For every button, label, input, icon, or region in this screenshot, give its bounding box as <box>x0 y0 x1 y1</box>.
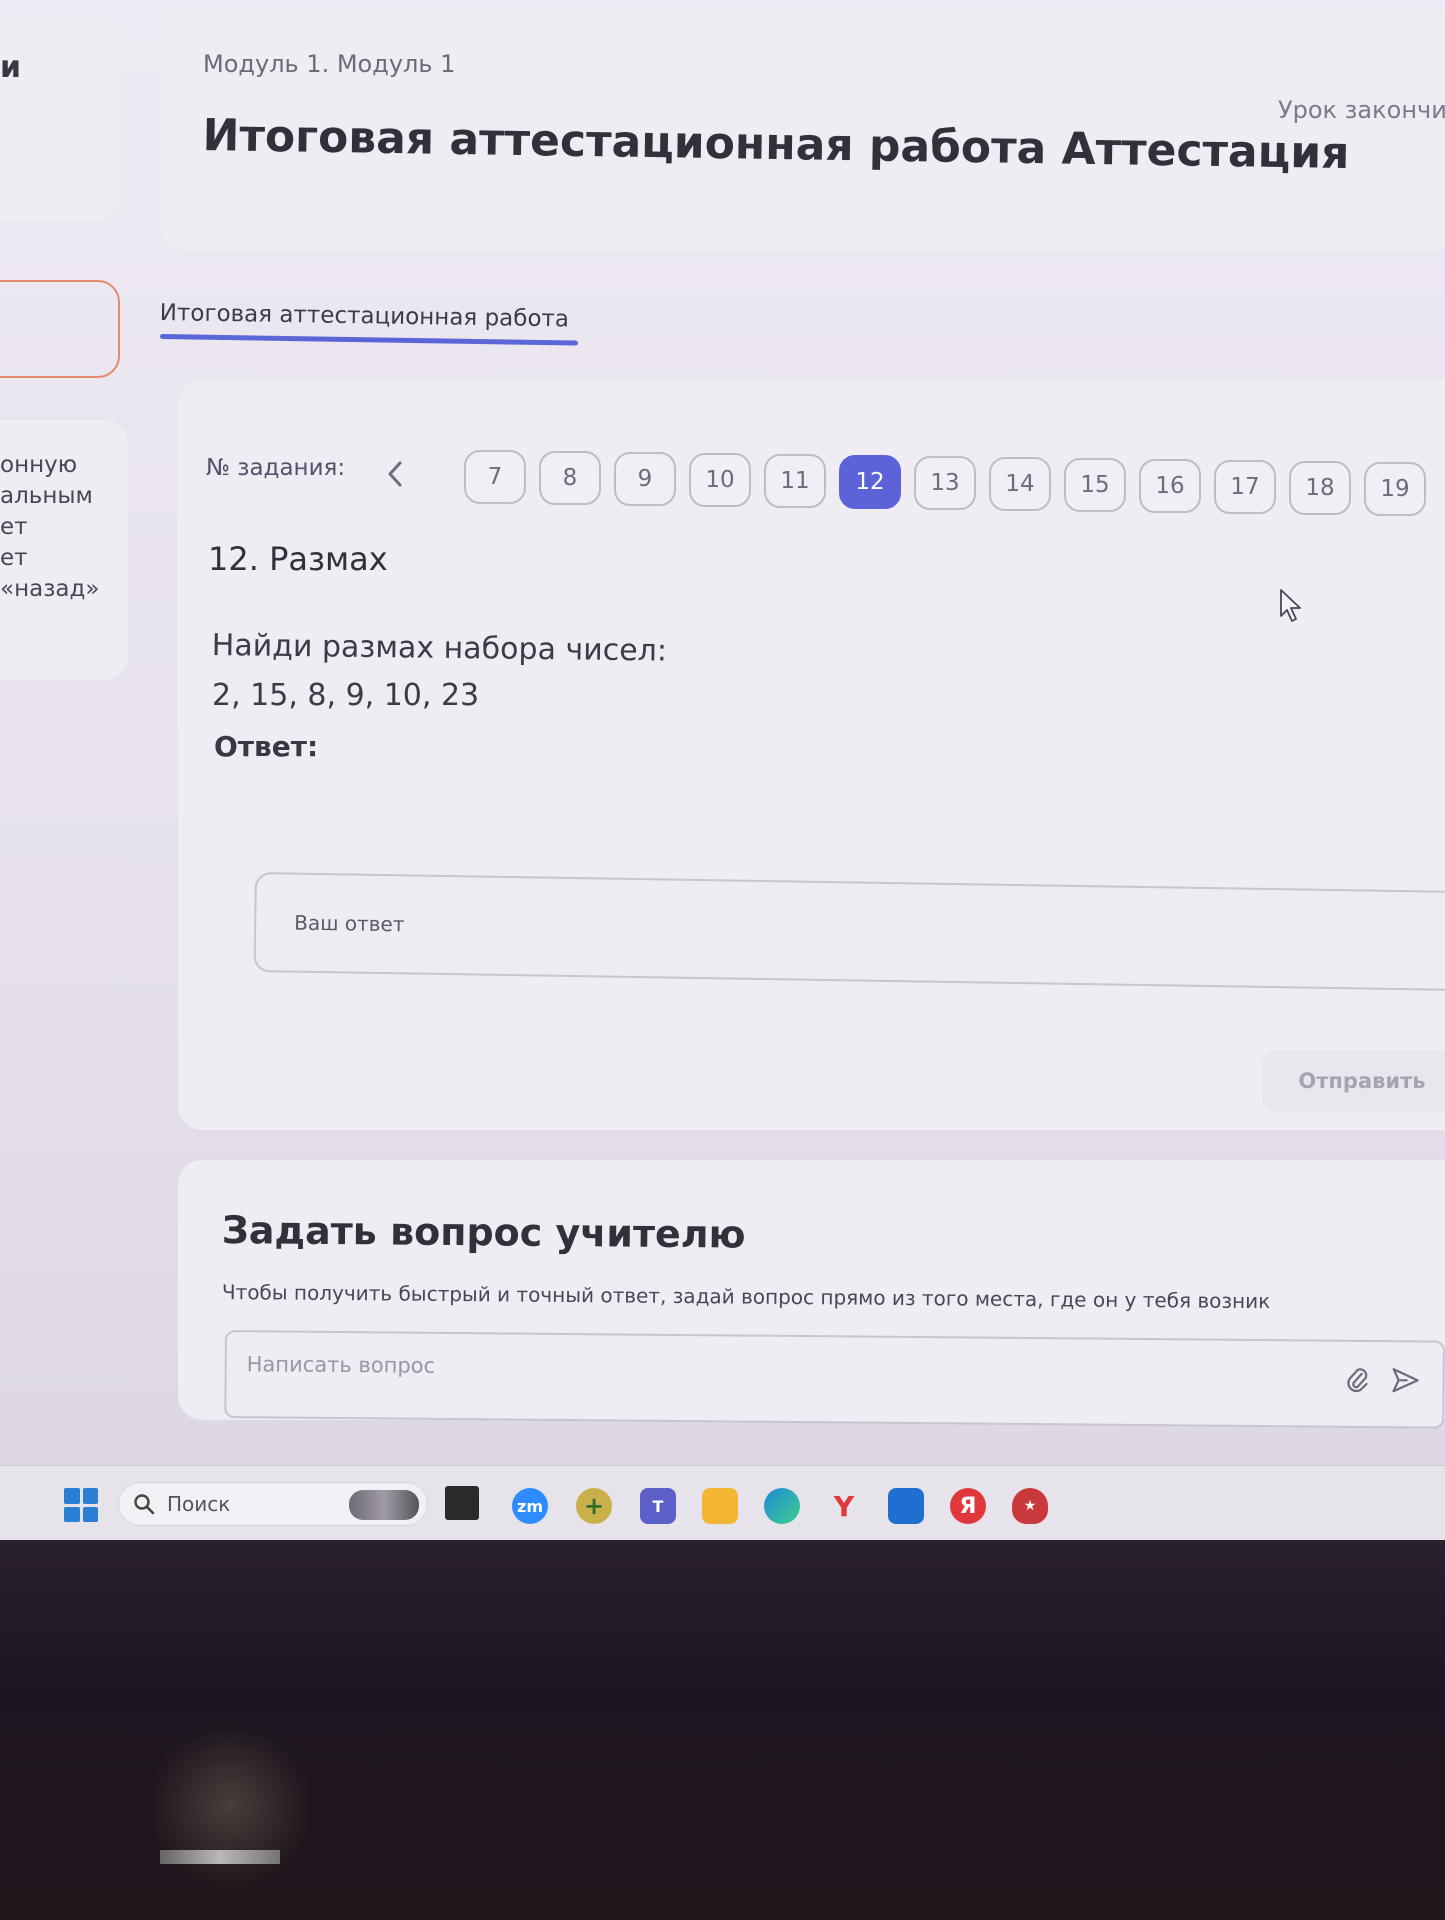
task-number-list: 7 8 9 10 11 12 13 14 15 16 17 18 19 <box>464 450 1445 520</box>
yandex-browser-icon[interactable]: Y <box>826 1488 862 1524</box>
sidebar-hint-line: ет <box>0 514 28 540</box>
sidebar-hint-line: ет <box>0 545 28 571</box>
submit-button[interactable]: Отправить <box>1262 1050 1445 1112</box>
attach-icon[interactable] <box>1341 1364 1373 1396</box>
shield-app-icon[interactable]: ★ <box>1012 1488 1048 1524</box>
task-number-button[interactable]: 14 <box>989 457 1051 511</box>
task-number-button[interactable]: 19 <box>1364 462 1426 516</box>
sidebar-selected-item[interactable] <box>0 280 120 378</box>
ask-teacher-title: Задать вопрос учителю <box>221 1208 746 1257</box>
task-number-button[interactable]: 15 <box>1064 458 1126 512</box>
question-field <box>224 1330 1445 1429</box>
chevron-left-icon[interactable] <box>380 458 410 490</box>
sidebar-fragment-letter: и <box>0 50 22 85</box>
desk-reflection <box>150 1720 310 1890</box>
browser-viewport: и онную альным ет ет «назад» Модуль 1. М… <box>0 0 1445 1490</box>
store-icon[interactable] <box>888 1488 924 1524</box>
sidebar-hint-line: онную <box>0 452 78 478</box>
power-light <box>160 1850 280 1864</box>
task-number-button[interactable]: 8 <box>539 451 601 505</box>
task-number-set: 2, 15, 8, 9, 10, 23 <box>212 678 480 713</box>
send-icon[interactable] <box>1389 1364 1421 1396</box>
task-number-button-active[interactable]: 12 <box>839 455 901 509</box>
task-nav-label: № задания: <box>206 455 346 481</box>
mouse-cursor-icon <box>1278 588 1304 628</box>
task-number-button[interactable]: 10 <box>689 453 751 507</box>
edge-icon[interactable] <box>764 1488 800 1524</box>
yandex-icon[interactable]: Я <box>950 1488 986 1524</box>
folder-icon[interactable] <box>702 1488 738 1524</box>
task-number-button[interactable]: 18 <box>1289 461 1351 515</box>
task-number-button[interactable]: 16 <box>1139 459 1201 513</box>
answer-label: Ответ: <box>214 730 319 763</box>
lesson-status: Урок закончи <box>1278 96 1445 124</box>
sidebar-hint-text: онную альным ет ет «назад» <box>0 450 100 605</box>
windows-start-icon[interactable] <box>64 1488 98 1522</box>
sidebar-hint-line: «назад» <box>0 576 100 602</box>
task-number-button[interactable]: 13 <box>914 456 976 510</box>
task-view-icon[interactable] <box>445 1486 479 1520</box>
task-number-button[interactable]: 9 <box>614 452 676 506</box>
taskbar-search-label: Поиск <box>167 1492 231 1516</box>
green-plus-app-icon[interactable]: + <box>576 1488 612 1524</box>
taskbar-search[interactable]: Поиск <box>118 1482 428 1526</box>
task-question: Найди размах набора чисел: <box>211 628 668 669</box>
question-input[interactable] <box>246 1344 1287 1394</box>
windows-taskbar: Поиск zm + T Y Я ★ <box>0 1465 1445 1540</box>
breadcrumb[interactable]: Модуль 1. Модуль 1 <box>203 50 455 78</box>
tab-active-indicator <box>159 334 578 346</box>
answer-input[interactable] <box>253 872 1445 992</box>
task-heading: 12. Размах <box>208 540 388 578</box>
search-highlight-image <box>349 1490 419 1520</box>
search-icon <box>134 1494 155 1515</box>
task-number-button[interactable]: 17 <box>1214 460 1276 514</box>
tab-final-work[interactable]: Итоговая аттестационная работа <box>160 300 570 332</box>
zoom-icon[interactable]: zm <box>512 1488 548 1524</box>
task-number-button[interactable]: 7 <box>464 450 526 504</box>
teams-icon[interactable]: T <box>640 1488 676 1524</box>
task-number-button[interactable]: 11 <box>764 454 826 508</box>
sidebar-hint-line: альным <box>0 483 93 509</box>
